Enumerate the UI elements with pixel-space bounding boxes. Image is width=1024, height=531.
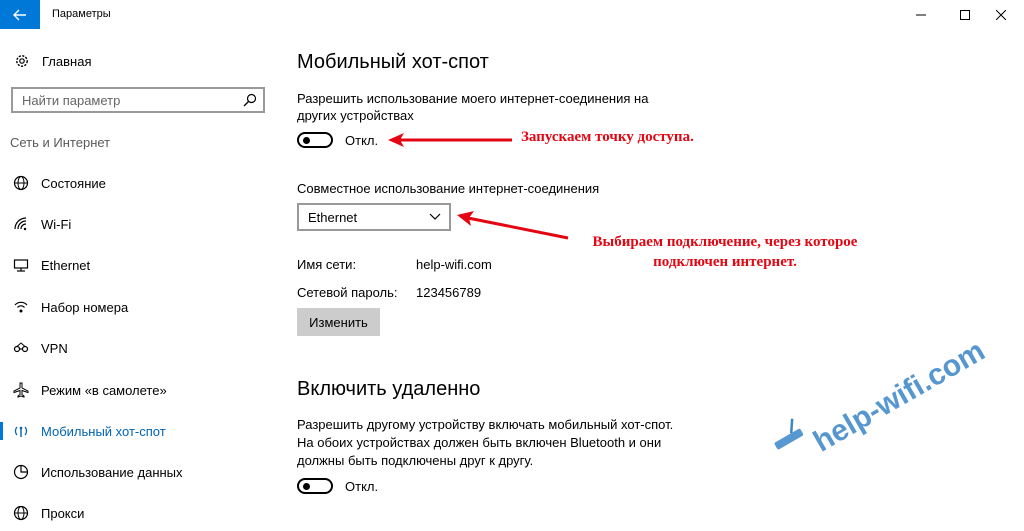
annotation-start-hotspot: Запускаем точку доступа. (521, 129, 694, 145)
sidebar-item-label: Состояние (41, 175, 106, 191)
share-toggle[interactable] (297, 132, 333, 148)
sidebar-item-label: Мобильный хот-спот (41, 423, 166, 439)
password-value: 123456789 (416, 285, 482, 300)
annotation-choose-connection: Выбираем подключение, через которое подк… (572, 232, 878, 272)
wifi-icon (14, 217, 27, 231)
sidebar-item-label: Wi-Fi (41, 216, 72, 232)
sidebar-item-label: VPN (41, 340, 68, 356)
share-description-line2: других устройствах (297, 108, 414, 123)
back-arrow-icon (13, 9, 26, 20)
annotation-arrow-2 (457, 211, 569, 240)
remote-toggle-row: Откл. (297, 478, 378, 494)
close-icon (996, 9, 1006, 20)
annotation-arrow-1 (388, 133, 512, 147)
share-toggle-row: Откл. (297, 132, 378, 148)
search-input[interactable]: Найти параметр (11, 87, 265, 113)
data-usage-icon (13, 464, 29, 480)
globe-icon (13, 175, 29, 191)
hotspot-icon (14, 426, 28, 437)
section-title: Сеть и Интернет (10, 135, 111, 150)
minimize-button[interactable] (898, 0, 944, 29)
network-name-value: help-wifi.com (416, 257, 492, 272)
back-button[interactable] (0, 0, 40, 29)
search-placeholder: Найти параметр (22, 92, 121, 108)
remote-description-line2: На обоих устройствах должен быть включен… (297, 435, 662, 450)
maximize-icon (960, 9, 970, 20)
sidebar-item-ethernet[interactable]: Ethernet (0, 249, 280, 281)
main-content: Мобильный хот-спот Разрешить использован… (297, 29, 997, 531)
sidebar-item-label: Использование данных (41, 464, 183, 480)
remote-description-line3: должны быть подключены друг к другу. (297, 453, 534, 468)
sidebar-item-airplane-mode[interactable]: Режим «в самолете» (0, 374, 280, 406)
toggle-knob (303, 137, 310, 144)
connection-select[interactable]: Ethernet (297, 203, 451, 231)
sidebar-item-label: Набор номера (41, 299, 129, 315)
vpn-icon (13, 342, 29, 353)
connection-label: Совместное использование интернет-соедин… (297, 181, 600, 196)
sidebar-item-status[interactable]: Состояние (0, 167, 280, 199)
remote-toggle[interactable] (297, 478, 333, 494)
sidebar: Главная Найти параметр Сеть и Интернет С… (0, 29, 280, 531)
sidebar-item-proxy[interactable]: Прокси (0, 497, 280, 529)
sidebar-item-mobile-hotspot[interactable]: Мобильный хот-спот (0, 415, 280, 447)
remote-title: Включить удаленно (297, 378, 481, 400)
sidebar-item-wifi[interactable]: Wi-Fi (0, 208, 280, 240)
active-indicator (0, 422, 3, 440)
chevron-down-icon (429, 213, 441, 220)
sidebar-item-data-usage[interactable]: Использование данных (0, 456, 280, 488)
toggle-knob (303, 483, 310, 490)
sidebar-item-label: Ethernet (41, 257, 91, 273)
search-icon (243, 93, 257, 107)
airplane-icon (13, 382, 29, 398)
dialup-icon (14, 301, 28, 313)
remote-toggle-state: Откл. (345, 478, 379, 494)
close-button[interactable] (978, 0, 1024, 29)
annotation-line2: подключен интернет. (653, 254, 797, 270)
sidebar-item-label: Режим «в самолете» (41, 382, 167, 398)
ethernet-icon (13, 259, 29, 272)
hotspot-title: Мобильный хот-спот (297, 51, 489, 73)
minimize-icon (916, 14, 926, 15)
network-name-label: Имя сети: (297, 257, 357, 272)
connection-select-value: Ethernet (308, 209, 358, 225)
proxy-globe-icon (13, 505, 29, 521)
title-bar: Параметры (0, 0, 1024, 29)
sidebar-item-label: Прокси (41, 505, 85, 521)
sidebar-item-dialup[interactable]: Набор номера (0, 291, 280, 323)
share-toggle-state: Откл. (345, 132, 379, 148)
share-description-line1: Разрешить использование моего интернет-с… (297, 91, 649, 106)
home-label: Главная (42, 53, 92, 69)
gear-icon (16, 55, 28, 67)
window-title: Параметры (52, 8, 111, 20)
home-link[interactable]: Главная (14, 51, 91, 71)
sidebar-item-vpn[interactable]: VPN (0, 332, 280, 364)
annotation-line1: Выбираем подключение, через которое (592, 234, 858, 250)
password-label: Сетевой пароль: (297, 285, 398, 300)
remote-description-line1: Разрешить другому устройству включать мо… (297, 417, 674, 432)
change-button[interactable]: Изменить (297, 308, 380, 336)
